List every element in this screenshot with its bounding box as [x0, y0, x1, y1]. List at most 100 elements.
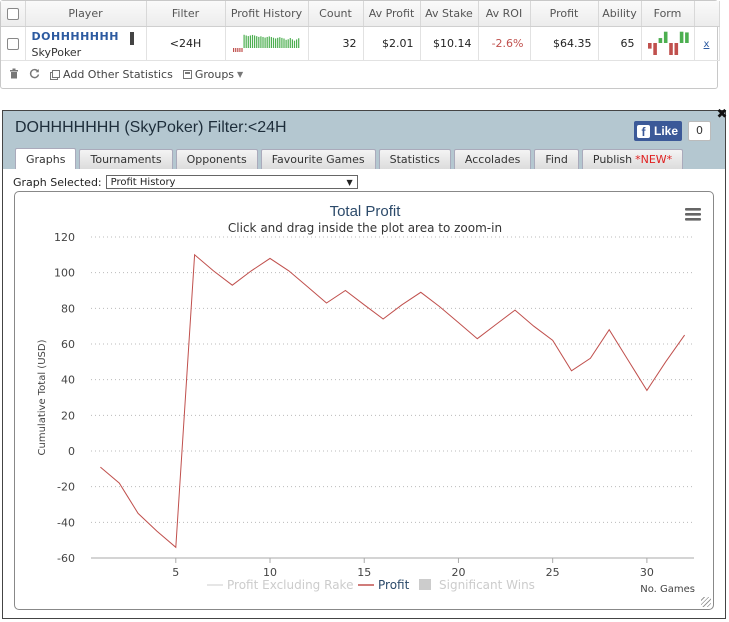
tab-favourite-games[interactable]: Favourite Games	[260, 149, 376, 169]
x-tick-label: 5	[172, 566, 179, 579]
sparkline-bar	[255, 36, 257, 48]
legend-item-profit-excluding-rake[interactable]: Profit Excluding Rake	[207, 578, 353, 592]
profit-data-point	[401, 304, 403, 306]
header-filter[interactable]: Filter	[146, 1, 226, 27]
header-count[interactable]: Count	[308, 1, 364, 27]
y-tick-label: 80	[61, 302, 75, 315]
profit-data-point	[382, 318, 384, 320]
legend-label: Profit Excluding Rake	[227, 578, 353, 592]
y-tick-label: -40	[57, 516, 75, 529]
profit-data-point	[307, 286, 309, 288]
form-bar	[668, 43, 673, 55]
profit-history-cell	[225, 26, 309, 61]
chart-menu-line	[685, 218, 701, 221]
chart-container[interactable]: Total Profit Click and drag inside the pl…	[14, 191, 714, 610]
filter-cell: <24H	[146, 26, 226, 61]
sparkline-bar	[234, 48, 236, 52]
refresh-icon[interactable]	[29, 68, 40, 82]
sparkline-bar	[272, 37, 274, 48]
tab-statistics[interactable]: Statistics	[378, 149, 451, 169]
remove-row-link[interactable]: x	[704, 39, 710, 50]
y-axis-label: Cumulative Total (USD)	[37, 339, 48, 455]
player-menu-icon[interactable]	[129, 31, 134, 45]
tab-label: Graphs	[26, 152, 66, 166]
tab-label: Find	[545, 153, 568, 166]
table-header-row: Player Filter Profit History Count Av Pr…	[1, 1, 720, 27]
profit-data-point	[533, 325, 535, 327]
sparkline-bar	[287, 39, 289, 48]
form-cell	[641, 26, 695, 61]
header-profit[interactable]: Profit	[530, 1, 599, 27]
tab-find[interactable]: Find	[534, 149, 579, 169]
close-icon[interactable]: ✖	[715, 108, 729, 122]
tab-label: Statistics	[389, 153, 440, 166]
tab-tournaments[interactable]: Tournaments	[79, 149, 173, 169]
profit-data-point	[684, 334, 686, 336]
form-bar	[674, 43, 678, 55]
profit-data-point	[420, 291, 422, 293]
tab-graphs[interactable]: Graphs	[15, 148, 77, 169]
av-profit-cell: $2.01	[363, 26, 421, 61]
y-tick-label: 0	[68, 445, 75, 458]
profit-data-point	[439, 306, 441, 308]
sparkline-bar	[247, 36, 249, 48]
legend-item-profit[interactable]: Profit	[358, 578, 410, 592]
av-stake-cell: $10.14	[420, 26, 479, 61]
row-select-cell	[1, 26, 26, 61]
sparkline-bar	[289, 38, 291, 48]
sparkline-bar	[232, 48, 234, 52]
chart-menu-icon[interactable]	[685, 208, 701, 221]
trash-icon[interactable]	[9, 68, 19, 82]
profit-data-point	[363, 304, 365, 306]
row-checkbox[interactable]	[6, 37, 19, 50]
dropdown-arrow-icon: ▼	[346, 177, 353, 187]
profit-data-point	[646, 390, 648, 392]
header-profit-history[interactable]: Profit History	[225, 1, 309, 27]
sparkline-bar	[270, 37, 272, 48]
header-form[interactable]: Form	[641, 1, 695, 27]
facebook-like-button[interactable]: f Like	[634, 121, 682, 141]
tab-label: Tournaments	[90, 153, 162, 166]
header-av-stake[interactable]: Av Stake	[420, 1, 479, 27]
tab-label: Publish	[592, 153, 633, 166]
y-tick-label: 40	[61, 374, 75, 387]
add-other-statistics-button[interactable]: Add Other Statistics	[50, 68, 173, 81]
sparkline-bar	[266, 36, 268, 48]
sparkline-bar	[259, 36, 261, 48]
header-av-roi[interactable]: Av ROI	[478, 1, 531, 27]
header-ability[interactable]: Ability	[598, 1, 642, 27]
sparkline-bar	[243, 34, 245, 48]
profit-cell: $64.35	[530, 26, 599, 61]
select-all-cell	[1, 1, 26, 27]
x-tick-label: 15	[357, 566, 371, 579]
remove-cell: x	[694, 26, 720, 61]
header-av-profit[interactable]: Av Profit	[363, 1, 421, 27]
tab-publish[interactable]: Publish *NEW*	[581, 149, 684, 169]
tab-accolades[interactable]: Accolades	[453, 149, 532, 169]
sparkline-bar	[291, 39, 293, 48]
profit-data-point	[137, 513, 139, 515]
chart-menu-line	[685, 213, 701, 216]
graph-select-label: Graph Selected:	[13, 175, 102, 189]
sparkline-bar	[282, 38, 285, 48]
header-player[interactable]: Player	[25, 1, 147, 27]
player-name-link[interactable]: DOHHHHHHH	[32, 30, 142, 43]
total-profit-chart[interactable]: Total ProfitClick and drag inside the pl…	[15, 192, 714, 610]
graph-select-dropdown[interactable]: Profit History ▼	[105, 175, 358, 189]
tab-opponents[interactable]: Opponents	[175, 149, 258, 169]
groups-dropdown[interactable]: Groups ▼	[182, 68, 243, 81]
profit-history-sparkline[interactable]	[231, 32, 303, 54]
profit-data-point	[345, 290, 347, 292]
resize-grip-icon[interactable]	[701, 597, 711, 607]
legend-item-significant-wins[interactable]: Significant Wins	[419, 578, 535, 592]
select-all-checkbox[interactable]	[6, 7, 19, 20]
form-bar	[652, 43, 657, 55]
popup-header: DOHHHHHHH (SkyPoker) Filter:<24H f Like …	[3, 108, 727, 148]
header-actions	[694, 1, 720, 27]
sparkline-bar	[280, 37, 282, 48]
sparkline-bar	[238, 48, 240, 52]
sparkline-bar	[268, 36, 270, 48]
ability-cell: 65	[598, 26, 642, 61]
sparkline-bar	[253, 35, 255, 48]
profit-data-point	[175, 547, 177, 549]
